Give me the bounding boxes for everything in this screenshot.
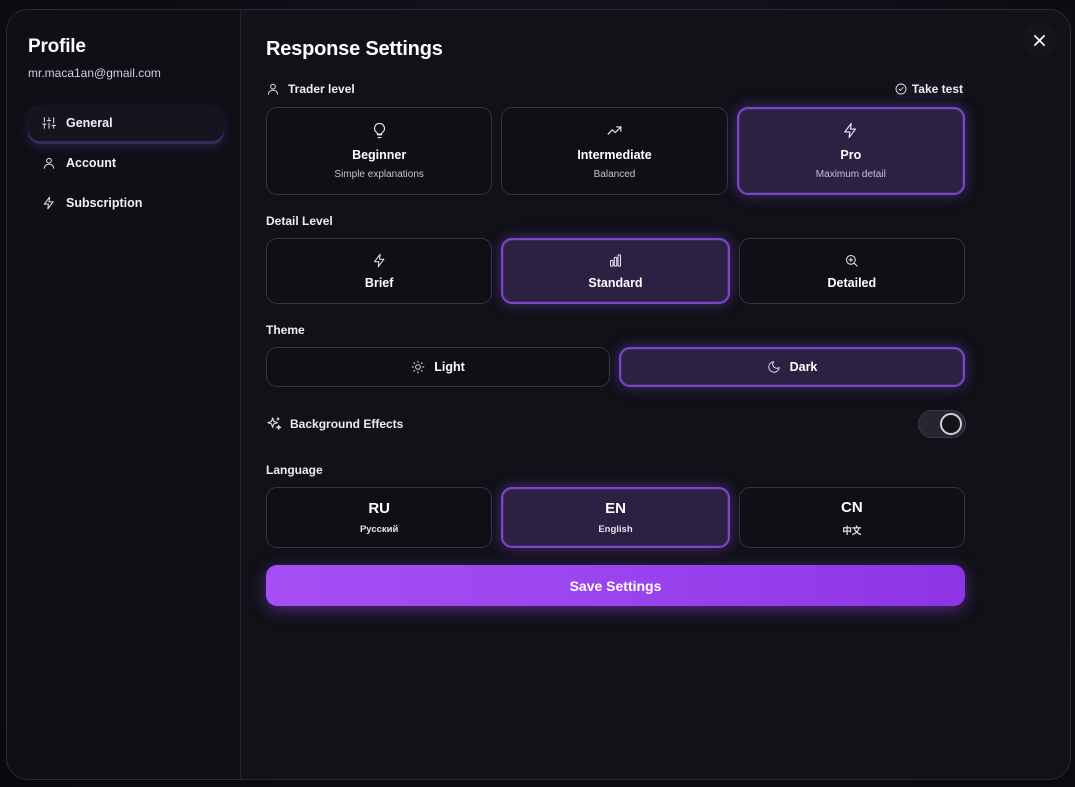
sun-icon	[411, 360, 425, 374]
save-settings-button[interactable]: Save Settings	[266, 565, 965, 606]
toggle-knob	[940, 413, 962, 435]
card-title: Beginner	[352, 148, 407, 162]
trending-up-icon	[607, 126, 622, 135]
detail-level-options: Brief Standard Detailed	[266, 238, 965, 304]
trader-level-header: Trader level Take test	[266, 80, 965, 98]
language-cn[interactable]: CN 中文	[738, 487, 965, 548]
close-icon	[1033, 34, 1045, 46]
detail-level-brief[interactable]: Brief	[266, 238, 493, 304]
theme-dark-label: Dark	[789, 360, 818, 374]
check-circle-icon	[895, 83, 907, 95]
card-title: Brief	[364, 275, 394, 290]
trader-level-options: Beginner Simple explanations Intermediat…	[266, 107, 965, 195]
trader-level-beginner[interactable]: Beginner Simple explanations	[266, 107, 493, 195]
profile-title: Profile	[28, 36, 86, 57]
background-effects-text: Background Effects	[290, 417, 404, 431]
settings-main: Response Settings Trader level Take test…	[241, 10, 1070, 779]
language-options: RU Русский EN English CN 中文	[266, 487, 965, 548]
sidebar-item-label: Subscription	[66, 196, 143, 210]
sidebar-item-general[interactable]: General	[28, 105, 224, 141]
settings-modal: Profile mr.maca1an@gmail.com General Acc…	[6, 9, 1071, 780]
trader-level-label: Trader level	[266, 82, 355, 96]
card-subtitle: Balanced	[593, 169, 636, 180]
language-name: 中文	[842, 525, 862, 537]
sidebar-item-account[interactable]: Account	[28, 145, 224, 181]
language-name: Русский	[359, 524, 399, 535]
sidebar-item-label: General	[66, 116, 113, 130]
language-code: CN	[840, 498, 863, 516]
trader-level-intermediate[interactable]: Intermediate Balanced	[501, 107, 728, 195]
theme-light-label: Light	[434, 360, 465, 374]
moon-icon	[767, 361, 780, 373]
page-title: Response Settings	[266, 38, 443, 60]
sidebar-item-subscription[interactable]: Subscription	[28, 185, 224, 221]
profile-email: mr.maca1an@gmail.com	[28, 66, 161, 80]
background-effects-toggle[interactable]	[918, 410, 966, 438]
sparkles-icon	[267, 417, 282, 430]
lightning-icon	[844, 122, 857, 139]
background-effects-row: Background Effects	[266, 410, 966, 438]
language-code: EN	[605, 500, 626, 517]
theme-dark[interactable]: Dark	[619, 347, 965, 387]
card-subtitle: Maximum detail	[815, 169, 886, 180]
card-title: Detailed	[827, 275, 877, 290]
card-title: Pro	[840, 148, 862, 162]
take-test-label: Take test	[911, 82, 963, 96]
theme-light[interactable]: Light	[266, 347, 610, 387]
sliders-icon	[42, 117, 56, 129]
detail-level-label: Detail Level	[266, 214, 333, 228]
theme-light-content: Light	[411, 360, 465, 374]
user-icon	[267, 83, 279, 95]
detail-level-standard[interactable]: Standard	[501, 238, 730, 304]
user-icon	[43, 157, 55, 169]
sidebar: Profile mr.maca1an@gmail.com General Acc…	[7, 10, 241, 779]
lightning-icon	[43, 196, 54, 210]
language-en[interactable]: EN English	[501, 487, 730, 548]
trader-level-text: Trader level	[288, 82, 355, 96]
close-button[interactable]	[1022, 23, 1056, 57]
theme-label: Theme	[266, 323, 305, 337]
sidebar-nav: General Account Subscription	[28, 105, 224, 221]
theme-dark-content: Dark	[767, 360, 818, 374]
theme-options: Light Dark	[266, 347, 965, 387]
language-name: English	[598, 524, 633, 535]
bar-chart-icon	[609, 253, 621, 267]
sidebar-item-label: Account	[66, 156, 116, 170]
zoom-in-icon	[846, 254, 858, 267]
card-subtitle: Simple explanations	[334, 169, 424, 180]
trader-level-pro[interactable]: Pro Maximum detail	[736, 107, 965, 195]
card-title: Standard	[588, 275, 643, 290]
card-title: Intermediate	[577, 148, 652, 162]
lightbulb-icon	[373, 122, 385, 139]
lightning-icon	[373, 253, 385, 267]
language-label: Language	[266, 463, 323, 477]
detail-level-detailed[interactable]: Detailed	[738, 238, 965, 304]
language-code: RU	[368, 500, 390, 517]
take-test-link[interactable]: Take test	[894, 80, 965, 98]
background-effects-label: Background Effects	[266, 416, 403, 432]
language-ru[interactable]: RU Русский	[266, 487, 493, 548]
